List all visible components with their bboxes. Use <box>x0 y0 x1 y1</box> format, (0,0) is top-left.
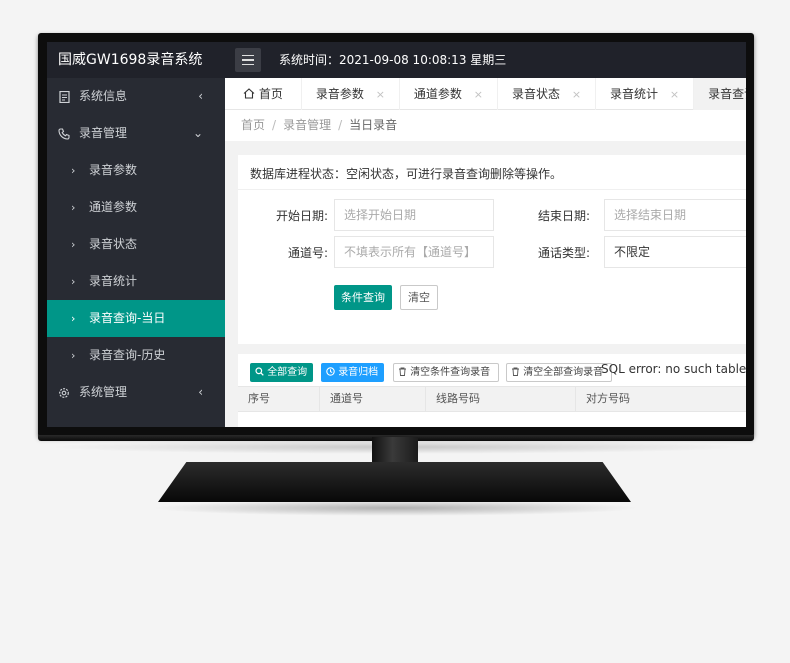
chevron-right-icon: › <box>71 201 76 214</box>
sidebar-item-label: 录音统计 <box>89 274 138 288</box>
column-header: 线路号码 <box>426 387 576 411</box>
chevron-right-icon: › <box>71 164 76 177</box>
divider <box>238 189 746 190</box>
sidebar-item-label: 录音参数 <box>89 163 138 177</box>
tab-label: 录音状态 <box>511 87 560 101</box>
doc-icon <box>57 78 71 115</box>
clock-icon <box>326 367 338 378</box>
hamburger-icon <box>242 63 254 66</box>
channel-input[interactable]: 不填表示所有【通道号】 <box>334 236 494 268</box>
archive-button[interactable]: 录音归档 <box>321 363 384 382</box>
query-button[interactable]: 条件查询 <box>334 285 392 310</box>
phone-icon <box>57 115 71 152</box>
breadcrumb: 首页 / 录音管理 / 当日录音 <box>225 110 746 141</box>
sidebar-item-label: 系统信息 <box>79 89 128 103</box>
call-type-label: 通话类型: <box>537 246 590 260</box>
sidebar: 系统信息 ‹ 录音管理 ⌄ › 录音参数 › 通道参数 › 录音状态 › 录音统… <box>47 78 225 427</box>
column-header: 对方号码 <box>586 392 630 405</box>
call-type-select[interactable]: 不限定 <box>604 236 746 268</box>
close-icon[interactable]: × <box>572 88 581 101</box>
sidebar-item-label: 录音管理 <box>79 126 128 140</box>
query-all-button[interactable]: 全部查询 <box>250 363 313 382</box>
clear-all-recordings-button[interactable]: 清空全部查询录音 <box>506 363 612 382</box>
button-label: 录音归档 <box>338 367 379 378</box>
start-date-label: 开始日期: <box>275 209 328 223</box>
trash-icon <box>398 367 410 378</box>
breadcrumb-item[interactable]: 录音管理 <box>283 118 331 132</box>
tab-label: 首页 <box>258 87 283 101</box>
monitor-stand <box>158 462 631 502</box>
tab-query-today[interactable]: 录音查询- <box>694 78 746 110</box>
breadcrumb-separator: / <box>338 118 343 132</box>
gear-icon <box>57 374 71 411</box>
sidebar-item-query-today[interactable]: › 录音查询-当日 <box>47 300 225 337</box>
tab-recording-status[interactable]: 录音状态 × <box>498 78 597 110</box>
menu-toggle-button[interactable] <box>235 48 261 72</box>
results-card: 全部查询 录音归档 清空条件查询录音 清空全部查询录音 SQL error: n… <box>238 354 746 427</box>
chevron-right-icon: › <box>71 349 76 362</box>
button-label: 清空条件查询录音 <box>410 367 491 378</box>
start-date-input[interactable]: 选择开始日期 <box>334 199 494 231</box>
sidebar-item-label: 录音查询-历史 <box>89 348 166 362</box>
breadcrumb-current: 当日录音 <box>349 118 398 132</box>
sidebar-item-recording-params[interactable]: › 录音参数 <box>47 152 225 189</box>
trash-icon <box>511 367 523 378</box>
sidebar-item-recording-manage[interactable]: 录音管理 ⌄ <box>47 115 225 152</box>
search-icon <box>255 367 267 378</box>
home-icon <box>243 87 259 101</box>
sidebar-item-query-history[interactable]: › 录音查询-历史 <box>47 337 225 374</box>
tab-channel-params[interactable]: 通道参数 × <box>400 78 498 110</box>
column-header: 序号 <box>238 387 320 411</box>
sidebar-item-recording-status[interactable]: › 录音状态 <box>47 226 225 263</box>
chevron-right-icon: › <box>71 275 76 288</box>
sidebar-item-recording-stats[interactable]: › 录音统计 <box>47 263 225 300</box>
tab-home[interactable]: 首页 <box>225 78 302 110</box>
tab-label: 通道参数 <box>413 87 462 101</box>
sidebar-item-system-manage[interactable]: 系统管理 ‹ <box>47 374 225 411</box>
main-content: 首页 / 录音管理 / 当日录音 数据库进程状态：空闲状态，可进行录音查询删除等操作。 … <box>225 110 746 427</box>
channel-label: 通道号: <box>287 246 328 260</box>
breadcrumb-item[interactable]: 首页 <box>241 118 265 132</box>
chevron-down-icon: ⌄ <box>192 126 203 140</box>
close-icon[interactable]: × <box>474 88 483 101</box>
hamburger-icon <box>242 54 254 57</box>
tab-recording-stats[interactable]: 录音统计 × <box>596 78 695 110</box>
db-status-text: 数据库进程状态：空闲状态，可进行录音查询删除等操作。 <box>250 167 563 181</box>
button-label: 全部查询 <box>267 367 308 378</box>
sidebar-item-label: 录音状态 <box>89 237 138 251</box>
sidebar-item-label: 通道参数 <box>89 200 138 214</box>
stand-shadow <box>150 500 640 516</box>
sidebar-item-label: 录音查询-当日 <box>89 311 166 325</box>
hamburger-icon <box>242 59 254 61</box>
tab-label: 录音参数 <box>315 87 364 101</box>
chevron-left-icon: ‹ <box>198 89 203 103</box>
chevron-right-icon: › <box>71 312 76 325</box>
sidebar-item-channel-params[interactable]: › 通道参数 <box>47 189 225 226</box>
chevron-left-icon: ‹ <box>198 385 203 399</box>
tab-recording-params[interactable]: 录音参数 × <box>302 78 400 110</box>
tab-label: 录音查询- <box>708 87 746 101</box>
clear-button[interactable]: 清空 <box>400 285 438 310</box>
query-form-card: 数据库进程状态：空闲状态，可进行录音查询删除等操作。 开始日期: 选择开始日期 … <box>238 155 746 344</box>
system-time: 系统时间：2021-09-08 10:08:13 星期三 <box>279 53 507 67</box>
close-icon[interactable]: × <box>670 88 679 101</box>
tab-bar: 首页 录音参数 × 通道参数 × 录音状态 × 录音统计 × 录音查询- <box>225 78 746 110</box>
top-header: 国威GW1698录音系统 系统时间：2021-09-08 10:08:13 星期… <box>47 42 746 78</box>
end-date-label: 结束日期: <box>537 209 590 223</box>
chevron-right-icon: › <box>71 238 76 251</box>
clear-query-recordings-button[interactable]: 清空条件查询录音 <box>393 363 499 382</box>
column-header: 通道号 <box>320 387 426 411</box>
app-title: 国威GW1698录音系统 <box>58 52 203 68</box>
sidebar-item-system-info[interactable]: 系统信息 ‹ <box>47 78 225 115</box>
table-header: 序号 通道号 线路号码 对方号码 <box>238 386 746 412</box>
end-date-input[interactable]: 选择结束日期 <box>604 199 746 231</box>
screen: 国威GW1698录音系统 系统时间：2021-09-08 10:08:13 星期… <box>47 42 746 427</box>
sidebar-item-label: 系统管理 <box>79 385 128 399</box>
tab-label: 录音统计 <box>610 87 659 101</box>
sql-error-text: SQL error: no such table <box>601 362 746 376</box>
close-icon[interactable]: × <box>376 88 385 101</box>
breadcrumb-separator: / <box>272 118 277 132</box>
button-label: 清空全部查询录音 <box>523 367 604 378</box>
